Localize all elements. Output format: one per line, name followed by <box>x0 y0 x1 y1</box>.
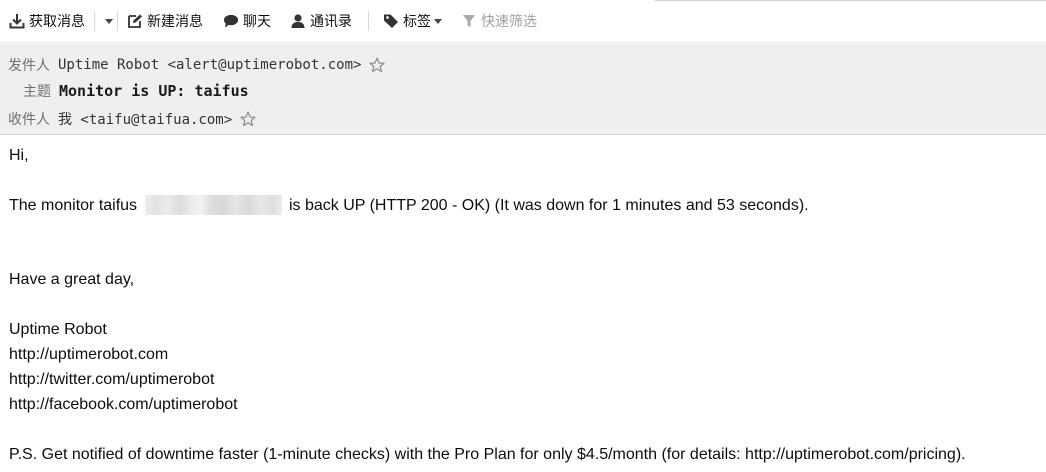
status-line-end: is back UP (HTTP 200 - OK) (It was down … <box>288 197 809 215</box>
get-messages-dropdown-button[interactable] <box>99 8 119 34</box>
funnel-icon <box>461 13 477 29</box>
subject-label: 主题 <box>23 84 51 100</box>
chat-bubble-icon <box>223 13 239 29</box>
status-line: The monitor taifus is back UP (HTTP 200 … <box>9 195 809 216</box>
caret-down-icon <box>433 13 443 29</box>
new-message-button[interactable]: 新建消息 <box>125 8 205 34</box>
toolbar-separator <box>117 11 118 31</box>
toolbar-separator <box>368 11 369 31</box>
to-label: 收件人 <box>8 112 50 128</box>
subject-value: Monitor is UP: taifus <box>59 82 249 100</box>
person-icon <box>290 13 306 29</box>
caret-down-icon <box>101 13 117 29</box>
status-line-start: The monitor taifus <box>9 197 138 215</box>
tags-button[interactable]: 标签 <box>381 8 445 34</box>
get-messages-button[interactable]: 获取消息 <box>7 8 87 34</box>
signature-link-facebook[interactable]: http://facebook.com/uptimerobot <box>9 395 238 415</box>
star-outline-icon[interactable] <box>240 111 256 127</box>
tag-icon <box>383 13 399 29</box>
window-divider <box>655 0 1046 1</box>
postscript: P.S. Get notified of downtime faster (1-… <box>9 446 966 463</box>
chat-button[interactable]: 聊天 <box>221 8 273 34</box>
message-header: 发件人 Uptime Robot <alert@uptimerobot.com>… <box>0 44 1046 135</box>
from-row: 发件人 Uptime Robot <alert@uptimerobot.com> <box>8 55 386 75</box>
chat-label: 聊天 <box>243 14 271 30</box>
subject-row: 主题 Monitor is UP: taifus <box>23 81 249 101</box>
mail-toolbar: 获取消息 新建消息 聊天 通讯录 标签 快速筛选 <box>0 0 1046 43</box>
quick-filter-button[interactable]: 快速筛选 <box>459 8 539 34</box>
star-outline-icon[interactable] <box>369 57 386 73</box>
signature-link-website[interactable]: http://uptimerobot.com <box>9 345 168 365</box>
to-value[interactable]: 我 <taifu@taifua.com> <box>58 109 232 129</box>
toolbar-separator <box>94 11 95 31</box>
signature-name: Uptime Robot <box>9 321 107 338</box>
redacted-url <box>144 195 282 215</box>
to-row: 收件人 我 <taifu@taifua.com> <box>8 109 256 129</box>
address-book-button[interactable]: 通讯录 <box>288 8 354 34</box>
new-message-label: 新建消息 <box>147 14 203 30</box>
tags-label: 标签 <box>403 14 431 30</box>
download-icon <box>9 13 25 29</box>
from-label: 发件人 <box>8 58 50 74</box>
address-book-label: 通讯录 <box>310 14 352 30</box>
from-value[interactable]: Uptime Robot <alert@uptimerobot.com> <box>58 57 361 73</box>
pencil-icon <box>127 13 143 29</box>
closing: Have a great day, <box>9 271 135 288</box>
quick-filter-label: 快速筛选 <box>481 14 537 30</box>
greeting: Hi, <box>9 147 29 164</box>
get-messages-label: 获取消息 <box>29 14 85 30</box>
signature-link-twitter[interactable]: http://twitter.com/uptimerobot <box>9 370 214 390</box>
